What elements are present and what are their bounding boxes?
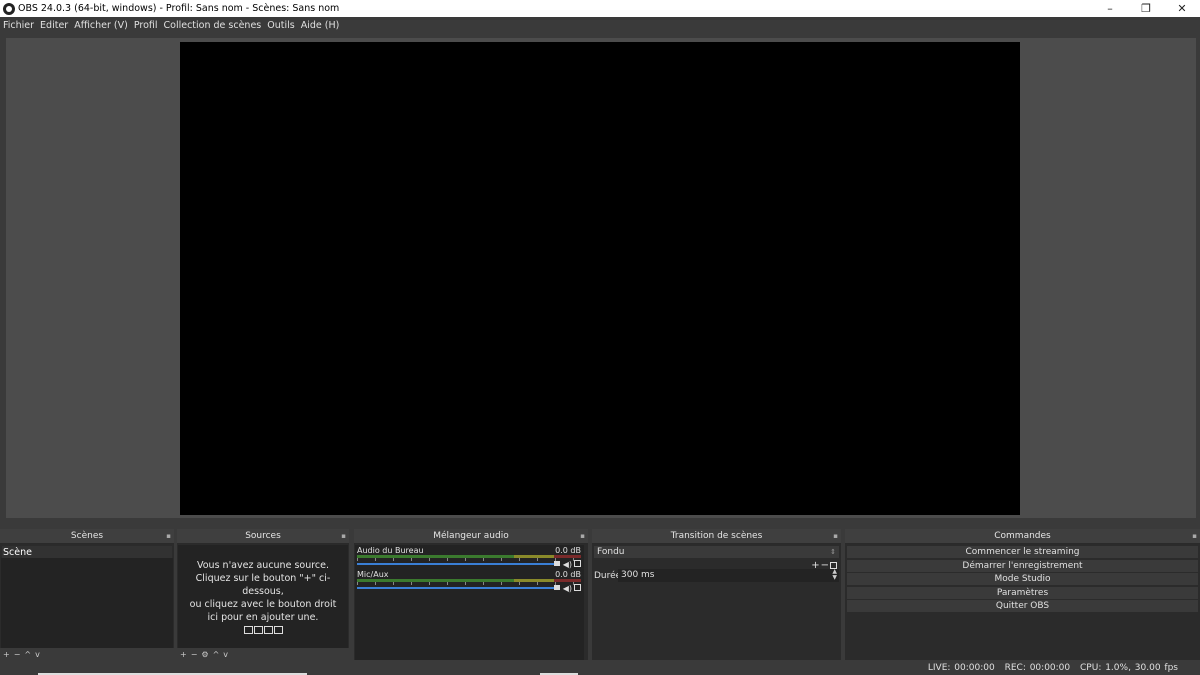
audio-channel: Mic/Aux 0.0 dB ◀) bbox=[355, 569, 584, 593]
obs-logo-icon bbox=[3, 2, 15, 15]
globe-icon bbox=[263, 626, 273, 634]
move-scene-down-button[interactable]: v bbox=[35, 650, 40, 659]
scenes-dock: Scènes ▪ Scène + − ^ v bbox=[0, 529, 174, 660]
status-text: LIVE: 00:00:00 REC: 00:00:00 CPU: 1.0%, … bbox=[922, 663, 1178, 673]
studio-mode-button[interactable]: Mode Studio bbox=[847, 573, 1198, 585]
rec-timer: REC: 00:00:00 bbox=[1004, 663, 1071, 673]
commands-dock-title: Commandes bbox=[994, 531, 1051, 541]
sources-empty-message: Vous n'avez aucune source. Cliquez sur l… bbox=[189, 560, 337, 623]
monitor-icon bbox=[253, 626, 263, 634]
float-dock-icon[interactable]: ▪ bbox=[580, 532, 585, 540]
audio-mixer-dock: Mélangeur audio ▪ Audio du Bureau 0.0 dB… bbox=[354, 529, 588, 660]
preview-canvas[interactable] bbox=[180, 42, 1020, 515]
meter-ticks bbox=[357, 558, 581, 561]
commands-dock-header: Commandes ▪ bbox=[845, 529, 1200, 544]
minimize-button[interactable]: – bbox=[1092, 0, 1128, 17]
quit-obs-button[interactable]: Quitter OBS bbox=[847, 600, 1198, 612]
title-bar: OBS 24.0.3 (64-bit, windows) - Profil: S… bbox=[0, 0, 1200, 17]
commands-dock: Commandes ▪ Commencer le streaming Démar… bbox=[845, 529, 1200, 660]
source-type-icons bbox=[243, 626, 283, 634]
start-recording-button[interactable]: Démarrer l'enregistrement bbox=[847, 559, 1198, 572]
channel-name: Mic/Aux bbox=[357, 570, 389, 579]
source-properties-gear-icon[interactable]: ⚙ bbox=[201, 650, 208, 659]
audio-channel: Audio du Bureau 0.0 dB ◀) bbox=[355, 545, 584, 569]
move-source-up-button[interactable]: ^ bbox=[213, 650, 220, 659]
menu-profil[interactable]: Profil bbox=[134, 20, 158, 31]
float-dock-icon[interactable]: ▪ bbox=[1192, 532, 1197, 540]
menu-collection-scenes[interactable]: Collection de scènes bbox=[164, 20, 262, 31]
spinner-arrows-icon[interactable]: ▲ ▼ bbox=[832, 569, 837, 581]
scene-transition-dock: Transition de scènes ▪ Fondu ⇕ + − Durée… bbox=[592, 529, 841, 660]
scenes-dock-header: Scènes ▪ bbox=[0, 529, 174, 544]
menu-fichier[interactable]: Fichier bbox=[3, 20, 34, 31]
chevron-down-icon: ⇕ bbox=[830, 548, 836, 556]
add-source-button[interactable]: + bbox=[180, 650, 187, 659]
image-icon bbox=[243, 626, 253, 634]
scenes-dock-title: Scènes bbox=[70, 531, 104, 541]
cpu-fps: CPU: 1.0%, 30.00 fps bbox=[1080, 663, 1178, 673]
fader-handle[interactable] bbox=[554, 561, 560, 566]
add-scene-button[interactable]: + bbox=[3, 650, 10, 659]
sources-dock-header: Sources ▪ bbox=[177, 529, 349, 544]
sources-dock-title: Sources bbox=[245, 531, 281, 541]
menu-bar: Fichier Editer Afficher (V) Profil Colle… bbox=[0, 17, 1200, 34]
channel-level: 0.0 dB bbox=[555, 570, 581, 579]
restore-button[interactable]: ❐ bbox=[1128, 0, 1164, 17]
meter-ticks bbox=[357, 582, 581, 585]
float-dock-icon[interactable]: ▪ bbox=[833, 532, 838, 540]
sources-dock: Sources ▪ Vous n'avez aucune source. Cli… bbox=[177, 529, 349, 660]
duration-input[interactable]: 300 ms ▲ ▼ bbox=[618, 569, 839, 582]
fader-handle[interactable] bbox=[554, 585, 560, 590]
live-timer: LIVE: 00:00:00 bbox=[927, 663, 995, 673]
duration-value: 300 ms bbox=[621, 570, 655, 580]
transition-select[interactable]: Fondu ⇕ bbox=[594, 546, 839, 558]
sources-toolbar: + − ⚙ ^ v bbox=[177, 648, 349, 660]
move-source-down-button[interactable]: v bbox=[223, 650, 228, 659]
window-controls: – ❐ ✕ bbox=[1092, 0, 1200, 17]
menu-editer[interactable]: Editer bbox=[40, 20, 68, 31]
move-scene-up-button[interactable]: ^ bbox=[24, 650, 31, 659]
scenes-list[interactable] bbox=[1, 558, 173, 648]
transition-dock-title: Transition de scènes bbox=[670, 531, 763, 541]
audio-mixer-dock-header: Mélangeur audio ▪ bbox=[354, 529, 588, 544]
remove-scene-button[interactable]: − bbox=[14, 650, 21, 659]
transition-dock-header: Transition de scènes ▪ bbox=[592, 529, 841, 544]
window-title: OBS 24.0.3 (64-bit, windows) - Profil: S… bbox=[18, 3, 340, 14]
channel-name: Audio du Bureau bbox=[357, 546, 424, 555]
speaker-icon[interactable]: ◀) bbox=[563, 560, 572, 569]
transition-selected-value: Fondu bbox=[597, 547, 625, 557]
volume-fader[interactable] bbox=[357, 587, 556, 589]
channel-level: 0.0 dB bbox=[555, 546, 581, 555]
float-dock-icon[interactable]: ▪ bbox=[166, 532, 171, 540]
sources-list[interactable]: Vous n'avez aucune source. Cliquez sur l… bbox=[178, 545, 348, 648]
audio-mixer-dock-title: Mélangeur audio bbox=[433, 531, 509, 541]
float-dock-icon[interactable]: ▪ bbox=[341, 532, 346, 540]
channel-settings-icon[interactable] bbox=[574, 584, 581, 591]
mixer-channels: Audio du Bureau 0.0 dB ◀) Mic/Aux 0.0 dB… bbox=[355, 545, 584, 660]
menu-aide[interactable]: Aide (H) bbox=[301, 20, 340, 31]
commands-panel: Commencer le streaming Démarrer l'enregi… bbox=[846, 545, 1199, 660]
volume-fader[interactable] bbox=[357, 563, 556, 565]
close-button[interactable]: ✕ bbox=[1164, 0, 1200, 17]
menu-afficher[interactable]: Afficher (V) bbox=[74, 20, 128, 31]
transition-panel: Fondu ⇕ + − Durée 300 ms ▲ ▼ bbox=[593, 545, 840, 660]
camera-icon bbox=[273, 626, 283, 634]
scenes-toolbar: + − ^ v bbox=[0, 648, 174, 660]
start-streaming-button[interactable]: Commencer le streaming bbox=[847, 546, 1198, 558]
channel-settings-icon[interactable] bbox=[574, 560, 581, 567]
settings-button[interactable]: Paramètres bbox=[847, 586, 1198, 599]
speaker-icon[interactable]: ◀) bbox=[563, 584, 572, 593]
status-bar: LIVE: 00:00:00 REC: 00:00:00 CPU: 1.0%, … bbox=[0, 660, 1200, 675]
remove-source-button[interactable]: − bbox=[191, 650, 198, 659]
preview-area bbox=[6, 38, 1196, 518]
menu-outils[interactable]: Outils bbox=[267, 20, 294, 31]
